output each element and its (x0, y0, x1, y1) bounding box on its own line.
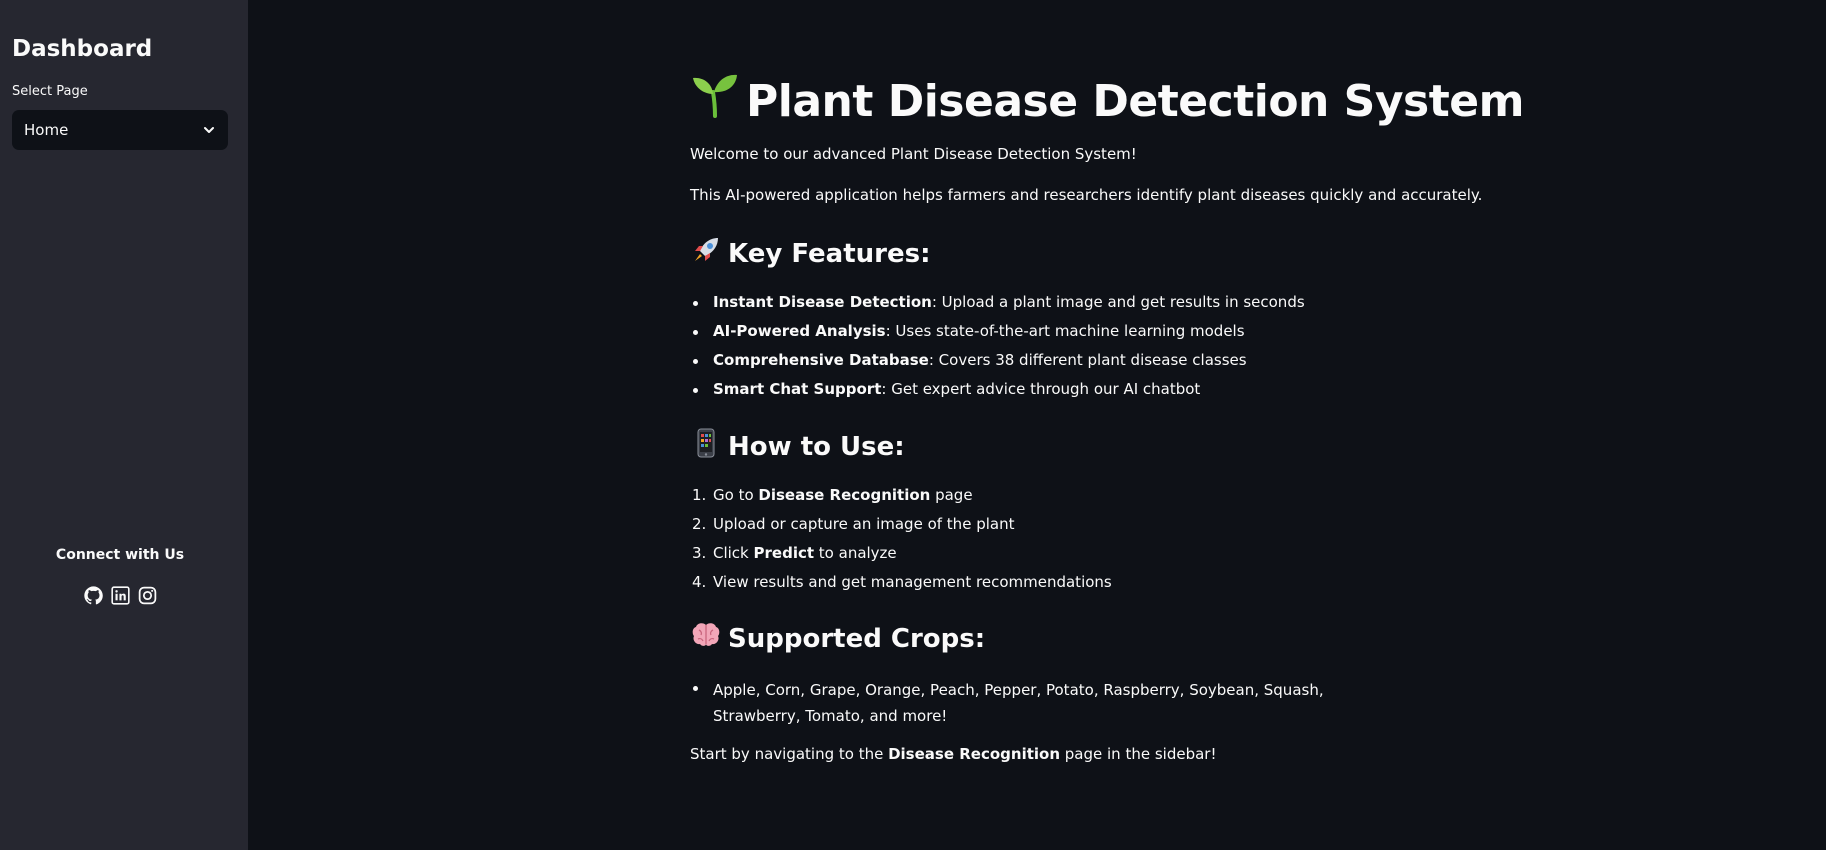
feature-item-title: AI-Powered Analysis (713, 322, 886, 340)
connect-title: Connect with Us (55, 547, 185, 563)
welcome-text: Welcome to our advanced Plant Disease De… (690, 145, 1137, 163)
chevron-down-icon (202, 123, 216, 137)
key-features-heading-text: Key Features: (728, 239, 931, 269)
feature-item-title: Comprehensive Database (713, 351, 929, 369)
page-title: Plant Disease Detection System (690, 70, 1524, 137)
how-to-step-bold: Disease Recognition (758, 486, 931, 504)
how-to-step-bold: Predict (753, 544, 815, 562)
how-to-step-number: 2. (692, 515, 707, 533)
how-to-step-text-after: to analyze (814, 544, 897, 562)
key-features-heading: Key Features: (690, 234, 930, 276)
feature-item-text: : Get expert advice through our AI chatb… (881, 380, 1201, 398)
how-to-step-text: Go to (713, 486, 759, 504)
how-to-step-number: 3. (692, 544, 707, 562)
github-icon[interactable] (83, 585, 104, 606)
how-to-step-number: 4. (692, 573, 707, 591)
how-to-step-text: Upload or capture an image of the plant (713, 515, 1015, 533)
social-links (0, 585, 240, 606)
supported-crops-heading: Supported Crops: (690, 619, 985, 661)
how-to-step: 1. Go to Disease Recognition page (690, 485, 1410, 514)
seedling-icon (690, 70, 740, 137)
feature-item: Instant Disease Detection: Upload a plan… (690, 292, 1410, 321)
sidebar-title: Dashboard (12, 36, 153, 62)
linkedin-icon[interactable] (110, 585, 131, 606)
how-to-step: 2. Upload or capture an image of the plan… (690, 514, 1410, 543)
how-to-step: 3. Click Predict to analyze (690, 543, 1410, 572)
sidebar: Dashboard Select Page Home Connect with … (0, 0, 248, 850)
brain-icon (690, 619, 722, 661)
feature-item: AI-Powered Analysis: Uses state-of-the-a… (690, 321, 1410, 350)
how-to-heading-text: How to Use: (728, 432, 905, 462)
supported-crops-heading-text: Supported Crops: (728, 624, 986, 654)
crops-list: Apple, Corn, Grape, Orange, Peach, Peppe… (690, 677, 1410, 729)
page-select[interactable]: Home (12, 110, 228, 150)
how-to-step-text: View results and get management recommen… (713, 573, 1112, 591)
feature-item-title: Smart Chat Support (713, 380, 882, 398)
crop-list-item: Apple, Corn, Grape, Orange, Peach, Peppe… (690, 677, 1410, 729)
feature-item-text: : Covers 38 different plant disease clas… (928, 351, 1247, 369)
feature-item-text: : Uses state-of-the-art machine learning… (885, 322, 1245, 340)
feature-item: Comprehensive Database: Covers 38 differ… (690, 350, 1410, 379)
page-title-text: Plant Disease Detection System (746, 76, 1524, 127)
select-page-label: Select Page (12, 84, 88, 99)
footer-text-bold: Disease Recognition (888, 745, 1061, 763)
how-to-step: 4. View results and get management recomm… (690, 572, 1410, 601)
how-to-heading: How to Use: (690, 427, 905, 469)
features-list: Instant Disease Detection: Upload a plan… (690, 292, 1410, 408)
mobile-phone-icon (690, 427, 722, 469)
how-to-step-text-after: page (930, 486, 973, 504)
instagram-icon[interactable] (137, 585, 158, 606)
footer-text-post: page in the sidebar! (1060, 745, 1217, 763)
how-to-step-text: Click (713, 544, 754, 562)
how-to-list: 1. Go to Disease Recognition page 2. Upload… (690, 485, 1410, 601)
intro-text: This AI-powered application helps farmer… (690, 186, 1483, 204)
feature-item: Smart Chat Support: Get expert advice th… (690, 379, 1410, 408)
feature-item-text: : Upload a plant image and get results i… (931, 293, 1305, 311)
page-select-value: Home (24, 121, 69, 139)
feature-item-title: Instant Disease Detection (713, 293, 932, 311)
how-to-step-number: 1. (692, 486, 707, 504)
rocket-icon (690, 234, 722, 276)
footer-text: Start by navigating to the Disease Recog… (690, 744, 1216, 765)
footer-text-pre: Start by navigating to the (690, 745, 889, 763)
